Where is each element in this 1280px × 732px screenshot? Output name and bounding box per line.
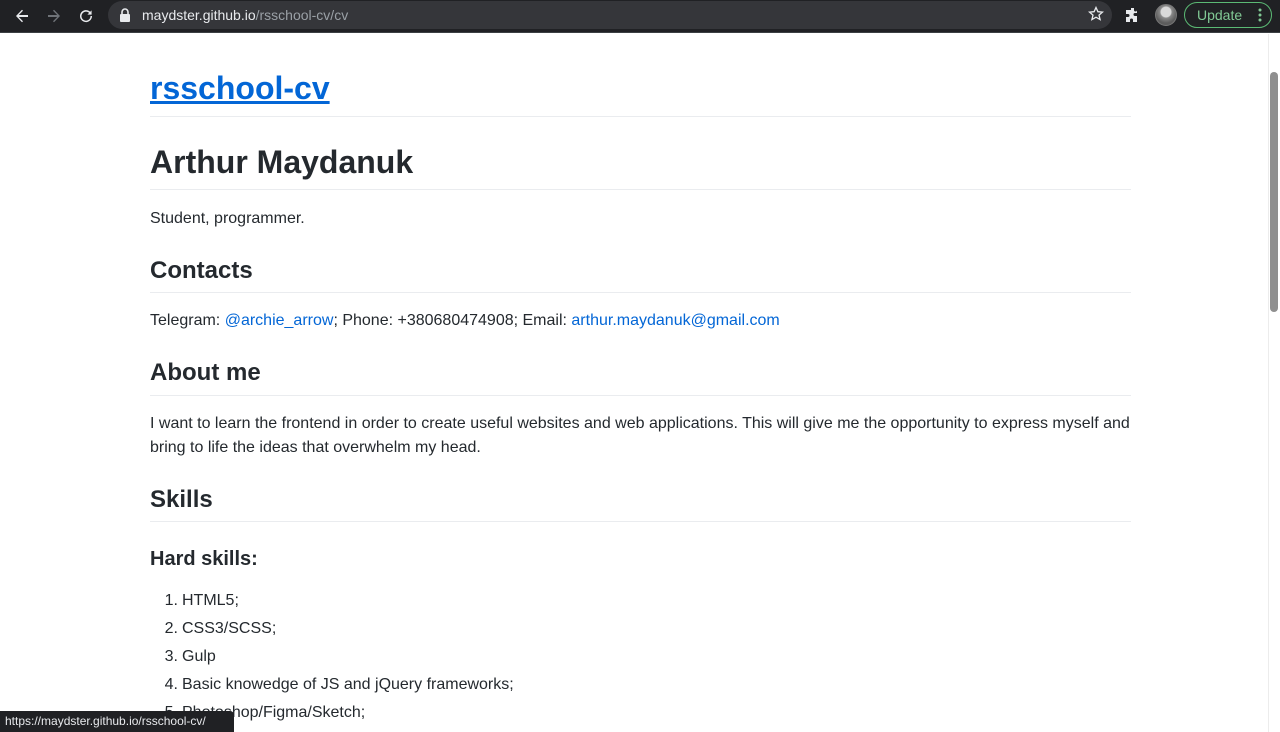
menu-dots-icon[interactable] [1258,8,1262,22]
list-number: 1. [164,592,178,609]
telegram-link[interactable]: @archie_arrow [225,312,334,329]
reload-icon [80,10,93,23]
tagline: Student, programmer. [150,210,305,227]
phone-text: ; Phone: +380680474908; Email: [333,312,572,329]
list-text: CSS3/SCSS; [182,620,277,637]
list-text: Basic knowedge of JS and jQuery framewor… [182,676,514,693]
scrollbar-thumb[interactable] [1270,72,1278,312]
link-status-bar: https://maydster.github.io/rsschool-cv/ [0,711,234,732]
telegram-label: Telegram: [150,312,225,329]
list-item: 2. CSS3/SCSS; [150,615,514,643]
list-text: Gulp [182,648,216,665]
back-arrow-icon [16,9,28,23]
url-text[interactable]: maydster.github.io/rsschool-cv/cv [142,7,348,23]
skills-heading: Skills [150,486,213,513]
forward-button[interactable] [43,5,65,27]
site-title-link[interactable]: rsschool-cv [150,70,330,106]
profile-avatar[interactable] [1155,4,1177,26]
divider [150,189,1131,190]
page-title: Arthur Maydanuk [150,144,414,180]
address-bar[interactable]: maydster.github.io/rsschool-cv/cv [108,1,1112,29]
list-number: 2. [164,620,178,637]
contacts-line: Telegram: @archie_arrow; Phone: +3806804… [150,309,1131,333]
url-path: /rsschool-cv/cv [255,7,349,23]
reload-button[interactable] [75,5,97,27]
divider [150,395,1131,396]
back-button[interactable] [11,5,33,27]
list-item: 4. Basic knowedge of JS and jQuery framew… [150,671,514,699]
forward-arrow-icon [48,9,60,23]
update-label: Update [1197,7,1243,23]
hard-skills-heading: Hard skills: [150,548,258,570]
lock-icon[interactable] [119,8,131,22]
page-viewport: rsschool-cv Arthur Maydanuk Student, pro… [0,34,1268,732]
list-number: 4. [164,676,178,693]
extensions-puzzle-icon[interactable] [1124,6,1142,24]
list-text: HTML5; [182,592,239,609]
contacts-heading: Contacts [150,257,253,284]
divider [150,292,1131,293]
divider [150,116,1131,117]
update-button[interactable]: Update [1184,2,1272,28]
about-heading: About me [150,359,261,386]
vertical-scrollbar[interactable] [1268,34,1280,732]
list-number: 3. [164,648,178,665]
hard-skills-list: 1. HTML5; 2. CSS3/SCSS; 3. Gulp 4. Basic kno… [150,587,514,727]
browser-toolbar: maydster.github.io/rsschool-cv/cv Update [0,0,1280,33]
bookmark-star-icon[interactable] [1088,6,1104,22]
about-text: I want to learn the frontend in order to… [150,415,1130,456]
divider [150,521,1131,522]
list-item: 3. Gulp [150,643,514,671]
email-link[interactable]: arthur.maydanuk@gmail.com [571,312,779,329]
url-host: maydster.github.io [142,7,256,23]
list-item: 1. HTML5; [150,587,514,615]
